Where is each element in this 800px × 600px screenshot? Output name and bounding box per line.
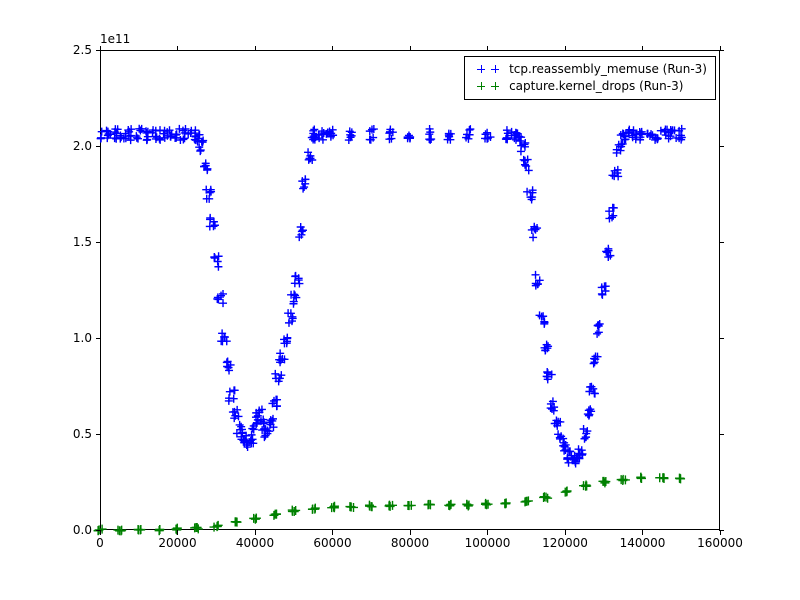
x-tick-mark	[332, 530, 333, 535]
x-tick-mark	[255, 530, 256, 535]
y-tick-label: 1.0	[73, 331, 92, 345]
y-tick-mark	[719, 146, 724, 147]
legend-entry-0: tcp.reassembly_memuse (Run-3)	[473, 61, 707, 78]
x-tick-mark	[410, 530, 411, 535]
x-tick-label: 140000	[620, 536, 666, 550]
y-tick-mark	[719, 338, 724, 339]
plus-marker-icon	[491, 65, 499, 73]
y-tick-label: 2.0	[73, 139, 92, 153]
y-tick-mark	[96, 530, 101, 531]
x-tick-label: 80000	[391, 536, 429, 550]
x-tick-mark	[177, 530, 178, 535]
y-tick-label: 0.5	[73, 427, 92, 441]
figure: 1e11 02000040000600008000010000012000014…	[0, 0, 800, 600]
y-tick-mark	[719, 50, 724, 51]
x-tick-label: 40000	[236, 536, 274, 550]
plus-marker-icon	[477, 82, 485, 90]
x-tick-mark	[410, 46, 411, 51]
x-tick-label: 20000	[158, 536, 196, 550]
y-tick-mark	[96, 146, 101, 147]
x-tick-label: 160000	[697, 536, 743, 550]
legend-label: tcp.reassembly_memuse (Run-3)	[509, 61, 707, 78]
x-tick-mark	[332, 46, 333, 51]
y-tick-mark	[719, 434, 724, 435]
y-tick-mark	[96, 242, 101, 243]
legend-entry-1: capture.kernel_drops (Run-3)	[473, 78, 707, 95]
x-tick-label: 60000	[313, 536, 351, 550]
legend: tcp.reassembly_memuse (Run-3) capture.ke…	[464, 56, 716, 100]
x-tick-mark	[100, 530, 101, 535]
legend-label: capture.kernel_drops (Run-3)	[509, 78, 683, 95]
x-tick-label: 0	[96, 536, 104, 550]
y-tick-mark	[719, 530, 724, 531]
y-tick-label: 1.5	[73, 235, 92, 249]
x-tick-label: 120000	[542, 536, 588, 550]
y-tick-mark	[96, 50, 101, 51]
y-tick-mark	[96, 338, 101, 339]
y-tick-mark	[719, 242, 724, 243]
x-tick-mark	[487, 46, 488, 51]
plus-marker-icon	[491, 82, 499, 90]
x-tick-mark	[255, 46, 256, 51]
x-tick-mark	[642, 530, 643, 535]
plus-marker-icon	[477, 65, 485, 73]
y-tick-mark	[96, 434, 101, 435]
x-tick-mark	[642, 46, 643, 51]
x-tick-mark	[487, 530, 488, 535]
x-tick-mark	[565, 530, 566, 535]
x-tick-label: 100000	[465, 536, 511, 550]
y-tick-label: 2.5	[73, 43, 92, 57]
y-tick-label: 0.0	[73, 523, 92, 537]
x-tick-mark	[177, 46, 178, 51]
x-tick-mark	[565, 46, 566, 51]
x-tick-mark	[720, 530, 721, 535]
